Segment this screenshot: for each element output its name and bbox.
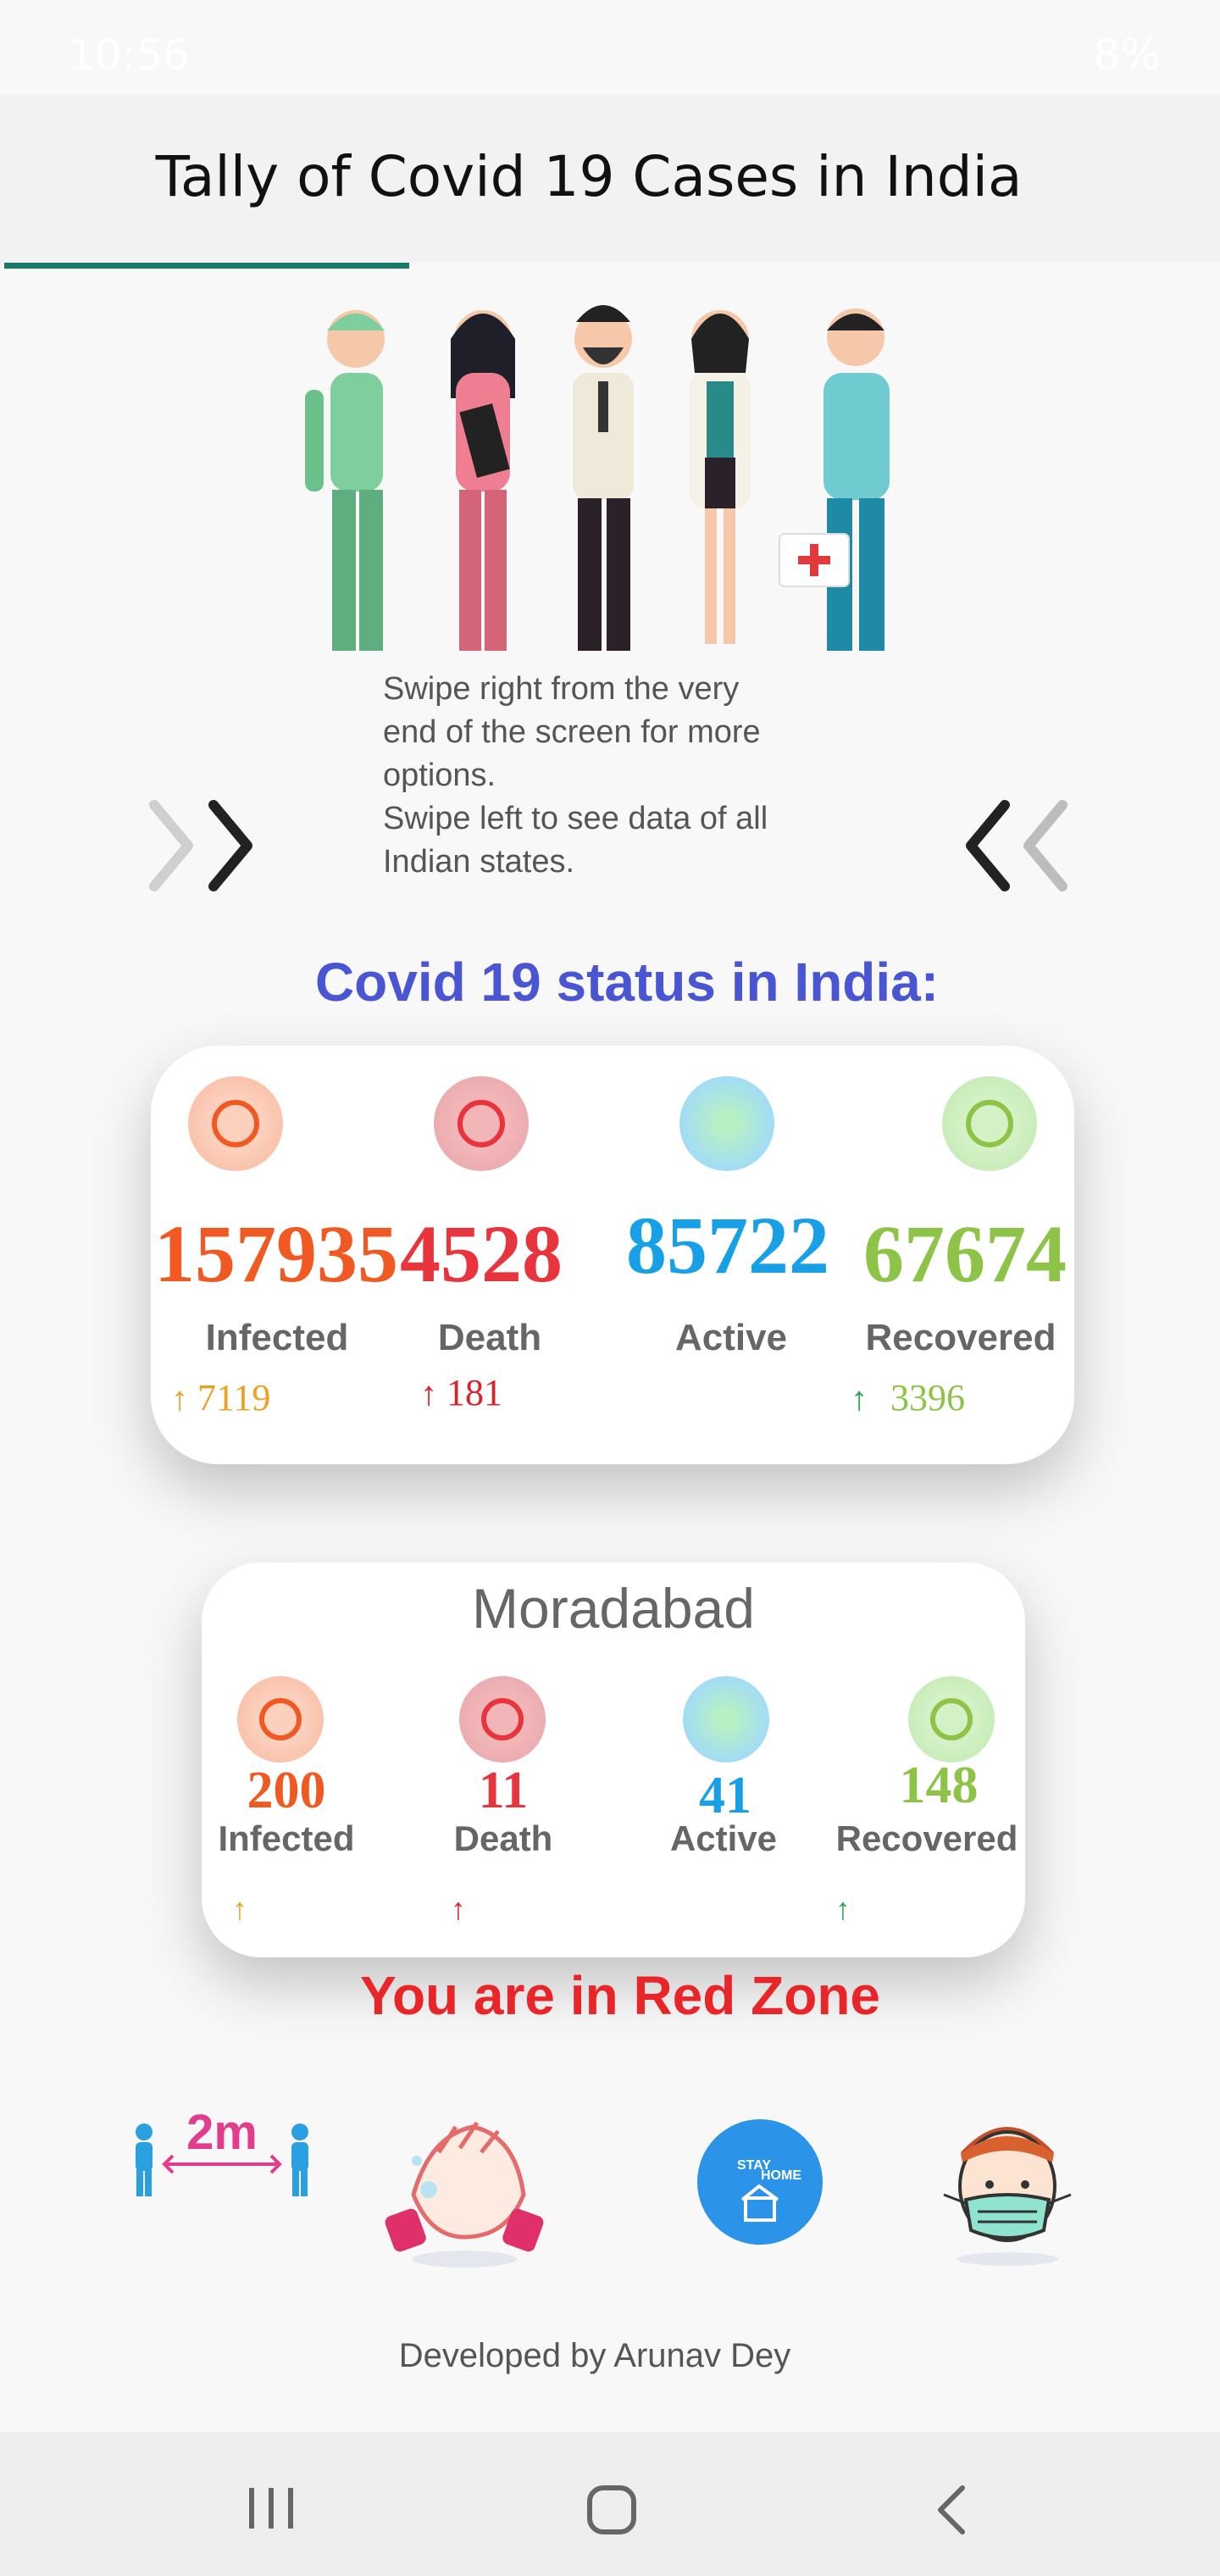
surgeon-figure	[305, 310, 385, 651]
up-arrow-icon: ↑	[171, 1380, 188, 1418]
india-recovered-value: 67674	[863, 1208, 1067, 1299]
city-active-indicator-icon	[683, 1676, 769, 1763]
swipe-right-chevron-icon	[149, 800, 252, 891]
up-arrow-icon: ↑	[851, 1380, 868, 1418]
city-active-label: Active	[669, 1818, 778, 1858]
tab-indicator	[4, 263, 409, 269]
india-infected-label: Infected	[205, 1317, 349, 1358]
back-button[interactable]	[932, 2483, 973, 2537]
face-mask-icon	[943, 2127, 1072, 2266]
developer-credit: Developed by Arunav Dey	[398, 2337, 791, 2374]
swipe-left-chevron-icon	[966, 800, 1068, 891]
infected-indicator-icon	[188, 1076, 283, 1171]
status-bar: 10:56 8%	[0, 0, 1220, 95]
up-arrow-icon: ↑	[420, 1374, 437, 1413]
india-infected-value: 157935	[154, 1208, 398, 1299]
city-death-label: Death	[453, 1818, 553, 1858]
health-workers-illustration	[305, 305, 890, 651]
india-stats-card: 157935 Infected ↑ 7119 4528 Death ↑ 181 …	[151, 1046, 1074, 1464]
india-status-heading: Covid 19 status in India:	[314, 952, 940, 1013]
status-time: 10:56	[68, 31, 191, 80]
city-infected-label: Infected	[218, 1818, 355, 1858]
city-infected-indicator-icon	[237, 1676, 324, 1763]
active-indicator-icon	[679, 1076, 774, 1171]
city-recovered-value: 148	[899, 1757, 979, 1814]
up-arrow-icon: ↑	[835, 1892, 851, 1926]
india-active-label: Active	[674, 1317, 788, 1358]
city-death-indicator-icon	[459, 1676, 546, 1763]
social-distance-icon: 2m	[136, 2105, 308, 2196]
death-indicator-icon	[434, 1076, 529, 1171]
india-active-value: 85722	[626, 1200, 829, 1291]
india-death-label: Death	[437, 1317, 542, 1358]
india-death-value: 4528	[400, 1208, 563, 1299]
recovered-indicator-icon	[942, 1076, 1037, 1171]
city-active-value: 41	[699, 1767, 751, 1824]
hand-wash-icon	[385, 2121, 544, 2268]
home-button[interactable]	[585, 2483, 639, 2537]
page-title: Tally of Covid 19 Cases in India	[155, 144, 1023, 209]
system-nav-bar	[0, 2432, 1220, 2576]
battery-level: 8%	[1093, 31, 1161, 80]
doctor-female-figure	[690, 310, 751, 644]
doctor-beard-figure	[573, 305, 634, 651]
city-recovered-indicator-icon	[908, 1676, 995, 1763]
india-death-delta: ↑ 181	[420, 1372, 502, 1413]
recent-apps-button[interactable]	[244, 2484, 298, 2532]
city-stats-card: Moradabad 200 Infected ↑ 11 Death ↑ 41 A…	[202, 1563, 1025, 1957]
india-infected-delta: ↑ 7119	[171, 1377, 271, 1418]
swipe-hint-text: Swipe right from the very end of the scr…	[383, 671, 768, 880]
up-arrow-icon: ↑	[451, 1892, 466, 1926]
nurse-blue-figure	[779, 308, 890, 651]
stay-home-bottom-label: HOME	[761, 2168, 801, 2183]
up-arrow-icon: ↑	[232, 1892, 247, 1926]
nurse-pink-figure	[451, 310, 515, 651]
city-death-value: 11	[478, 1762, 529, 1819]
city-infected-value: 200	[247, 1762, 326, 1819]
stay-home-icon: STAY HOME	[697, 2119, 823, 2245]
distance-label: 2m	[186, 2105, 258, 2160]
india-recovered-delta: ↑ 3396	[851, 1377, 965, 1418]
city-recovered-label: Recovered	[835, 1818, 1018, 1858]
app-bar: Tally of Covid 19 Cases in India	[0, 95, 1220, 263]
city-name: Moradabad	[472, 1577, 755, 1640]
india-recovered-label: Recovered	[865, 1317, 1056, 1358]
zone-status-text: You are in Red Zone	[360, 1965, 880, 2026]
